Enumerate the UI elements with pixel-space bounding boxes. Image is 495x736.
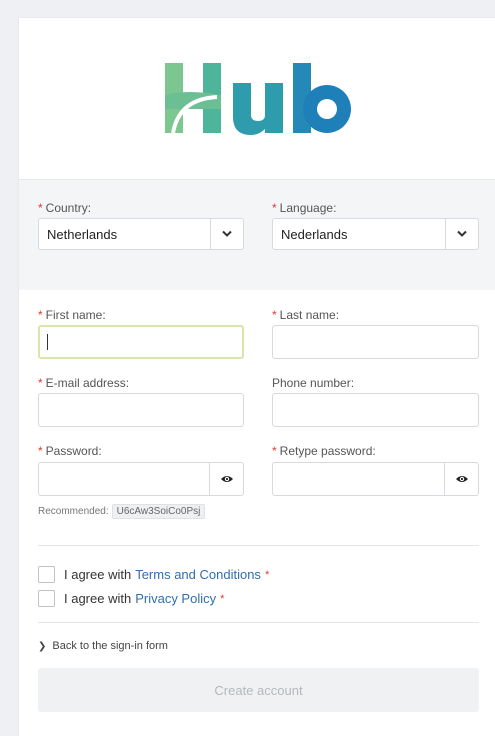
first-name-input[interactable] [38,325,244,359]
eye-icon[interactable] [209,463,243,495]
back-to-signin-link[interactable]: ❯ Back to the sign-in form [38,640,168,652]
terms-agreement: I agree with Terms and Conditions * [38,566,269,583]
phone-label: Phone number: [272,376,355,390]
retype-password-label: * Retype password: [272,444,376,458]
create-account-button[interactable]: Create account [38,668,479,712]
first-name-label: * First name: [38,308,106,322]
language-select[interactable]: Nederlands [272,218,479,250]
divider [38,622,479,623]
recommended-password: Recommended: U6cAw3SoiCo0Psj [38,504,206,519]
privacy-link[interactable]: Privacy Policy [135,591,216,606]
logo-area [19,18,495,180]
country-select[interactable]: Netherlands [38,218,244,250]
terms-link[interactable]: Terms and Conditions [135,567,261,582]
password-label: * Password: [38,444,102,458]
last-name-label: * Last name: [272,308,340,322]
privacy-agreement: I agree with Privacy Policy * [38,590,224,607]
last-name-input[interactable] [272,325,479,359]
chevron-right-icon: ❯ [38,640,47,652]
country-label: * Country: [38,201,92,215]
language-value: Nederlands [281,226,348,242]
phone-input[interactable] [272,393,479,427]
terms-checkbox[interactable] [38,566,55,583]
recommended-password-value[interactable]: U6cAw3SoiCo0Psj [111,504,206,519]
chevron-down-icon [210,219,243,249]
divider [38,545,479,546]
password-input[interactable] [38,462,244,496]
email-input[interactable] [38,393,244,427]
hub-logo [165,62,351,135]
text-caret [47,334,48,350]
retype-password-input[interactable] [272,462,479,496]
eye-icon[interactable] [444,463,478,495]
email-label: * E-mail address: [38,376,130,390]
chevron-down-icon [445,219,478,249]
language-label: * Language: [272,201,337,215]
signup-card: * Country: Netherlands * Language: Nederla… [19,18,495,736]
country-value: Netherlands [47,226,118,242]
privacy-checkbox[interactable] [38,590,55,607]
